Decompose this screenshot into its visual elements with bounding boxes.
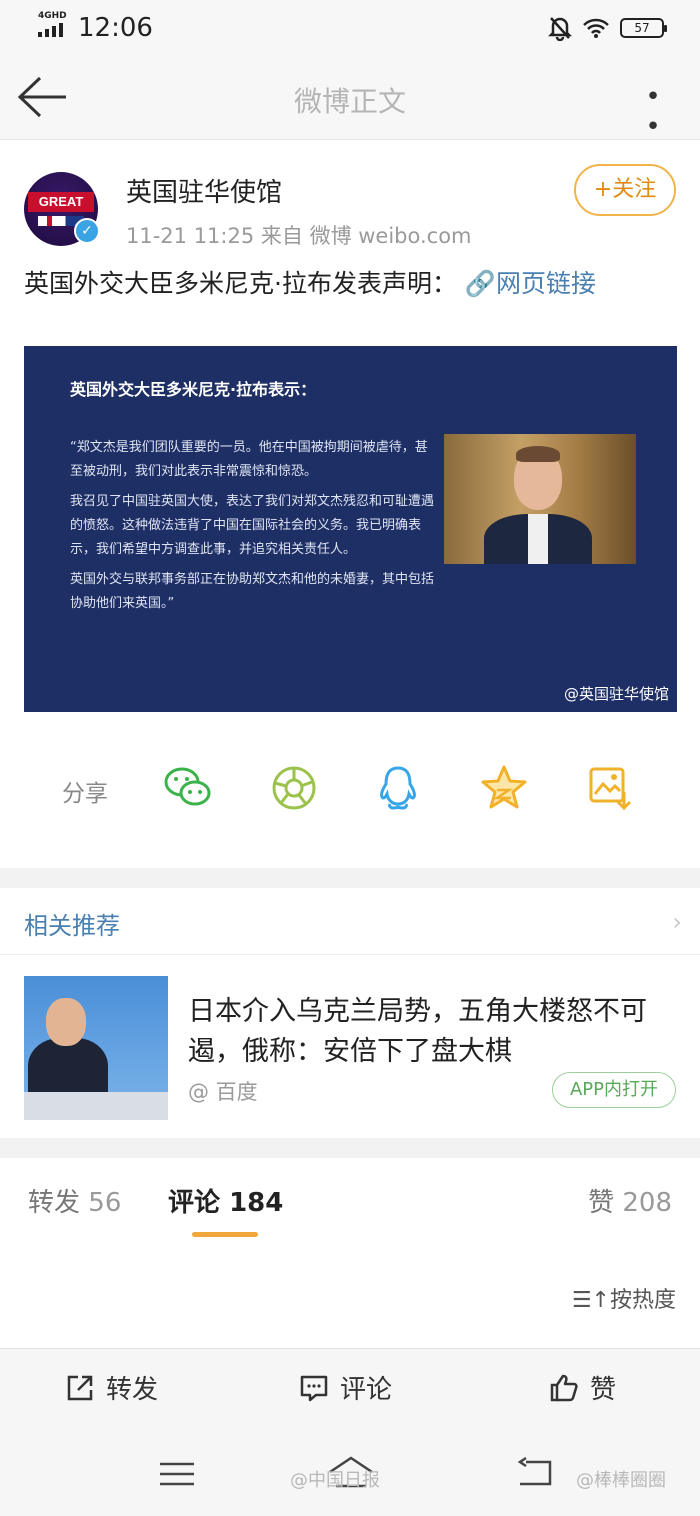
related-header: 相关推荐 [24,912,120,940]
quote-paragraph: 我召见了中国驻英国大使，表达了我们对郑文杰残忍和可耻遭遇的愤怒。这种做法违背了中… [70,494,435,557]
web-link[interactable]: 🔗网页链接 [465,269,596,298]
avatar-logo-text: GREAT [28,192,94,212]
clock: 12:06 [78,13,153,43]
news-source: @ 百度 [188,1080,258,1104]
comment-count: 184 [229,1188,284,1218]
sort-button[interactable]: ☰↑按热度 [572,1282,676,1314]
weibo-post: GREAT ✓ 英国驻华使馆 11-21 11:25 来自 微博 weibo.c… [0,140,700,868]
repost-count: 56 [88,1188,122,1218]
share-icon [67,1375,93,1400]
battery-icon: 57 [620,18,667,38]
watermark-left: @中国日报 [290,1470,380,1491]
tab-reposts[interactable]: 转发 56 [28,1182,121,1219]
tab-label: 赞 [588,1188,615,1218]
quote-paragraph: 英国外交与联邦事务部正在协助郑文杰和他的未婚妻，其中包括协助他们来英国。” [70,572,435,611]
bell-muted-icon [548,17,572,41]
comment-button[interactable]: 评论 [298,1369,392,1406]
status-icons: 57 [548,14,667,42]
wechat-icon[interactable] [162,762,214,814]
post-image[interactable]: 英国外交大臣多米尼克·拉布表示： “郑文杰是我们团队重要的一员。他在中国被拘期间… [24,346,677,712]
minister-photo [444,434,636,564]
comment-label: 评论 [340,1375,393,1405]
save-image-icon[interactable] [584,762,636,814]
page-title: 微博正文 [293,85,406,118]
chevron-right-icon[interactable]: › [672,908,682,936]
like-button[interactable]: 赞 [548,1369,616,1406]
bottom-action-bar: 转发 评论 赞 [0,1348,700,1436]
more-icon[interactable]: • • • [630,82,680,172]
system-nav-bar: @中国日报 @棒棒圈圈 [0,1436,700,1516]
active-tab-indicator [192,1232,258,1237]
link-icon: 🔗 [464,269,497,298]
follow-button[interactable]: +关注 [574,164,676,216]
share-label: 分享 [62,781,108,807]
verified-icon: ✓ [74,218,100,244]
signal-icon [38,23,68,37]
comment-icon [300,1375,328,1401]
sort-label: 按热度 [609,1288,676,1313]
like-label: 赞 [590,1375,617,1405]
post-meta: 11-21 11:25 来自 微博 weibo.com [126,224,472,248]
related-recommend: 相关推荐 › 日本介入乌克兰局势，五角大楼怒不可遏，俄称：安倍下了盘大棋 @ 百… [0,888,700,1138]
tab-likes[interactable]: 赞 208 [588,1182,672,1219]
tab-label: 转发 [28,1188,81,1218]
like-count: 208 [622,1188,672,1218]
post-body: 英国外交大臣多米尼克·拉布发表声明： [24,269,457,298]
sort-icon: ☰↑ [571,1288,610,1313]
watermark-right: @棒棒圈圈 [576,1470,666,1491]
news-thumbnail[interactable] [24,976,168,1120]
quote-paragraph: “郑文杰是我们团队重要的一员。他在中国被拘期间被虐待，甚至被动刑，我们对此表示非… [70,440,428,479]
wifi-icon [583,18,609,38]
interaction-tabs: 转发 56 评论 184 赞 208 ☰↑按热度 [0,1158,700,1348]
author-name[interactable]: 英国驻华使馆 [126,172,282,209]
image-watermark: @英国驻华使馆 [563,685,669,703]
web-link-label: 网页链接 [496,269,597,298]
thumbs-up-icon [550,1374,578,1401]
back-nav-icon[interactable] [510,1454,560,1494]
moments-icon[interactable] [268,762,320,814]
tab-comments[interactable]: 评论 184 [168,1182,283,1219]
divider [0,954,700,955]
star-icon[interactable] [478,762,530,814]
menu-icon[interactable] [152,1454,202,1494]
qq-icon[interactable] [372,762,424,814]
card-quote: “郑文杰是我们团队重要的一员。他在中国被拘期间被虐待，甚至被动刑，我们对此表示非… [70,436,440,622]
repost-label: 转发 [106,1375,159,1405]
status-bar: 4GHD 12:06 57 [0,0,700,56]
post-text: 英国外交大臣多米尼克·拉布发表声明： 🔗网页链接 [24,264,674,303]
news-title[interactable]: 日本介入乌克兰局势，五角大楼怒不可遏，俄称：安倍下了盘大棋 [188,992,678,1072]
card-heading: 英国外交大臣多米尼克·拉布表示： [70,380,317,399]
tab-label: 评论 [168,1188,221,1218]
open-in-app-button[interactable]: APP内打开 [552,1072,676,1108]
repost-button[interactable]: 转发 [64,1369,158,1406]
network-type: 4GHD [38,11,67,21]
nav-bar: 微博正文 • • • [0,56,700,172]
share-row: 分享 [0,752,700,826]
